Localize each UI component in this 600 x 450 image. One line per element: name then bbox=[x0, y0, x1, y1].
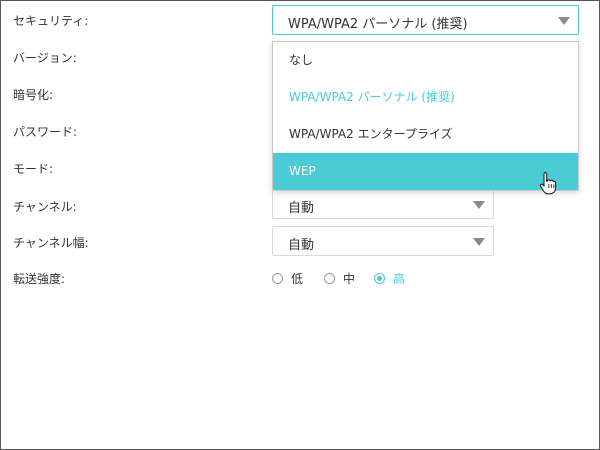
security-dropdown-list: なし WPA/WPA2 パーソナル (推奨) WPA/WPA2 エンタープライズ… bbox=[272, 41, 579, 191]
channel-select[interactable]: 自動 bbox=[272, 189, 494, 219]
tx-power-label-medium: 中 bbox=[343, 271, 356, 286]
password-label: パスワード: bbox=[13, 125, 78, 139]
tx-power-radio-low[interactable]: 低 bbox=[272, 269, 303, 287]
hand-pointer-icon bbox=[539, 171, 557, 195]
tx-power-label-low: 低 bbox=[291, 271, 304, 286]
chevron-down-icon bbox=[558, 17, 570, 25]
channel-width-label: チャンネル幅: bbox=[13, 236, 89, 250]
channel-label: チャンネル: bbox=[13, 200, 77, 214]
security-select[interactable]: WPA/WPA2 パーソナル (推奨) bbox=[272, 5, 579, 35]
channel-select-value: 自動 bbox=[288, 201, 315, 216]
channel-width-select[interactable]: 自動 bbox=[272, 226, 494, 256]
tx-power-radio-high[interactable]: 高 bbox=[374, 269, 405, 287]
tx-power-label: 転送強度: bbox=[13, 272, 66, 286]
radio-circle-icon[interactable] bbox=[272, 272, 283, 284]
chevron-down-icon bbox=[473, 201, 485, 209]
tx-power-label-high: 高 bbox=[393, 271, 406, 286]
radio-circle-icon[interactable] bbox=[374, 272, 385, 284]
chevron-down-icon bbox=[473, 238, 485, 246]
dropdown-option-none[interactable]: なし bbox=[273, 42, 578, 79]
encryption-label: 暗号化: bbox=[13, 88, 54, 102]
settings-panel: セキュリティ: バージョン: 暗号化: パスワード: モード: チャンネル: チ… bbox=[0, 0, 600, 450]
tx-power-radio-medium[interactable]: 中 bbox=[324, 269, 355, 287]
channel-width-select-value: 自動 bbox=[288, 238, 315, 253]
radio-circle-icon[interactable] bbox=[324, 272, 335, 284]
dropdown-option-wpa-enterprise[interactable]: WPA/WPA2 エンタープライズ bbox=[273, 116, 578, 153]
dropdown-option-wep[interactable]: WEP bbox=[273, 153, 578, 190]
security-label: セキュリティ: bbox=[13, 14, 89, 28]
mode-label: モード: bbox=[13, 162, 54, 176]
version-label: バージョン: bbox=[13, 51, 77, 65]
security-select-value: WPA/WPA2 パーソナル (推奨) bbox=[288, 17, 468, 32]
dropdown-option-wpa-personal[interactable]: WPA/WPA2 パーソナル (推奨) bbox=[273, 79, 578, 116]
